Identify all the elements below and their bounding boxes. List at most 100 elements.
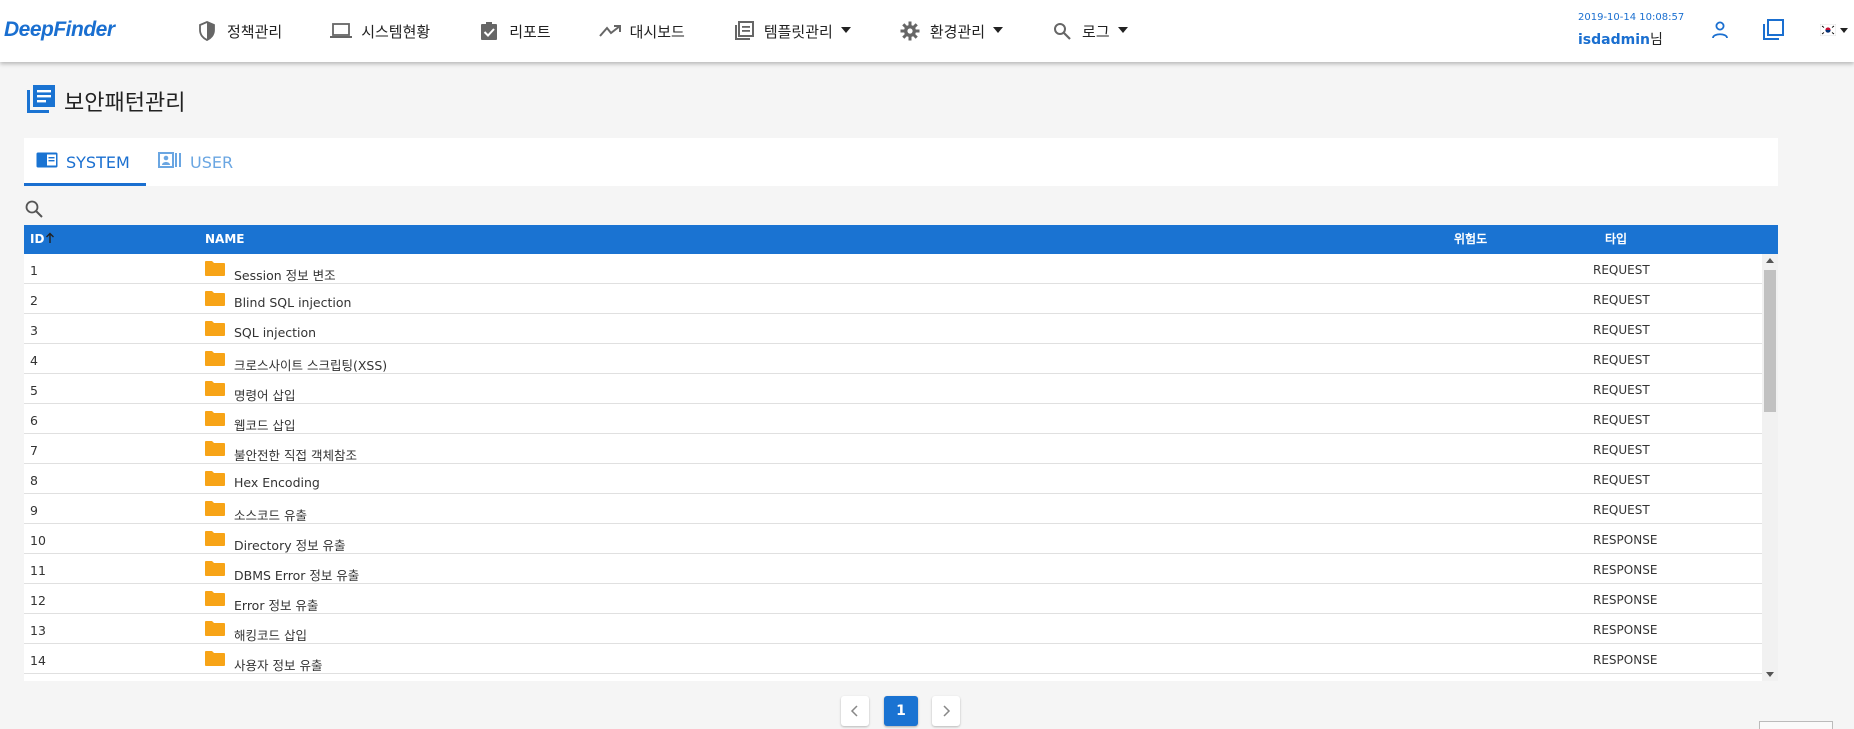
column-header-name[interactable]: NAME xyxy=(205,225,244,254)
row-type: REQUEST xyxy=(1593,503,1650,517)
table-row[interactable]: 13 해킹코드 삽입 RESPONSE xyxy=(24,614,1762,644)
menu-item-report[interactable]: 리포트 xyxy=(478,0,551,62)
page-button-current[interactable]: 1 xyxy=(884,696,918,726)
row-type: RESPONSE xyxy=(1593,563,1658,577)
row-type: REQUEST xyxy=(1593,383,1650,397)
row-name: 웹코드 삽입 xyxy=(234,418,296,433)
table-row[interactable]: 2 Blind SQL injection REQUEST xyxy=(24,284,1762,314)
menu-label: 정책관리 xyxy=(227,22,283,41)
row-name: Error 정보 유출 xyxy=(234,598,319,613)
language-flag-icon[interactable] xyxy=(1816,18,1852,42)
row-name: 불안전한 직접 객체참조 xyxy=(234,448,357,463)
menu-item-log[interactable]: 로그 xyxy=(1051,0,1128,62)
folder-icon xyxy=(204,350,226,367)
row-type: RESPONSE xyxy=(1593,653,1658,667)
table-row[interactable]: 3 SQL injection REQUEST xyxy=(24,314,1762,344)
chevron-down-icon xyxy=(1117,27,1128,33)
row-type: REQUEST xyxy=(1593,473,1650,487)
row-name: 해킹코드 삽입 xyxy=(234,628,307,643)
row-type: REQUEST xyxy=(1593,443,1650,457)
window-copy-icon[interactable] xyxy=(1760,18,1786,42)
table-row[interactable]: 8 Hex Encoding REQUEST xyxy=(24,464,1762,494)
username-suffix: 님 xyxy=(1649,32,1663,48)
folder-icon xyxy=(204,380,226,397)
pattern-tabs: SYSTEM USER xyxy=(24,138,1778,186)
folder-icon xyxy=(204,680,226,681)
shield-icon xyxy=(196,20,218,42)
row-name: 사용자 정보 유출 xyxy=(234,658,323,673)
search-icon xyxy=(25,200,43,218)
table-row[interactable]: 12 Error 정보 유출 RESPONSE xyxy=(24,584,1762,614)
menu-item-system-status[interactable]: 시스템현황 xyxy=(330,0,430,62)
next-page-button[interactable] xyxy=(932,696,960,726)
trend-icon xyxy=(598,20,621,42)
tab-user[interactable]: USER xyxy=(158,138,233,186)
row-id: 6 xyxy=(30,413,38,428)
table-row[interactable]: 5 명령어 삽입 REQUEST xyxy=(24,374,1762,404)
scroll-up-arrow-icon[interactable] xyxy=(1766,258,1774,263)
folder-icon xyxy=(204,530,226,547)
table-row[interactable]: 11 DBMS Error 정보 유출 RESPONSE xyxy=(24,554,1762,584)
menu-item-environment[interactable]: 환경관리 xyxy=(899,0,1004,62)
table-row-partial[interactable] xyxy=(24,674,1762,681)
username[interactable]: isdadmin님 xyxy=(1578,29,1684,49)
laptop-icon xyxy=(330,20,353,42)
folder-icon xyxy=(204,620,226,637)
sort-ascending-icon xyxy=(44,225,55,255)
row-id: 7 xyxy=(30,443,38,458)
tab-system[interactable]: SYSTEM xyxy=(36,138,130,186)
folder-icon xyxy=(204,560,226,577)
gear-icon xyxy=(899,20,921,42)
table-row[interactable]: 9 소스코드 유출 REQUEST xyxy=(24,494,1762,524)
row-type: REQUEST xyxy=(1593,263,1650,277)
menu-label: 로그 xyxy=(1082,22,1110,41)
folder-icon xyxy=(204,650,226,667)
table-row[interactable]: 6 웹코드 삽입 REQUEST xyxy=(24,404,1762,434)
top-navbar: DeepFinder 정책관리 시스템현황 리포트 대시보드 템플릿관리 환경관… xyxy=(0,0,1854,62)
row-type: RESPONSE xyxy=(1593,623,1658,637)
scroll-down-arrow-icon[interactable] xyxy=(1766,672,1774,677)
row-type: REQUEST xyxy=(1593,323,1650,337)
column-header-risk[interactable]: 위험도 xyxy=(1454,225,1487,254)
row-type: REQUEST xyxy=(1593,293,1650,307)
menu-label: 대시보드 xyxy=(629,22,685,41)
row-name: 크로스사이트 스크립팅(XSS) xyxy=(234,358,388,373)
username-text: isdadmin xyxy=(1578,32,1650,48)
folder-icon xyxy=(204,260,226,277)
row-type: RESPONSE xyxy=(1593,533,1658,547)
table-header: ID NAME 위험도 타입 xyxy=(24,225,1778,254)
tab-label: SYSTEM xyxy=(66,152,130,172)
row-id: 14 xyxy=(30,653,46,668)
table-row[interactable]: 7 불안전한 직접 객체참조 REQUEST xyxy=(24,434,1762,464)
row-id: 10 xyxy=(30,533,46,548)
table-search-button[interactable] xyxy=(24,196,54,222)
column-header-type[interactable]: 타입 xyxy=(1605,225,1627,254)
app-logo[interactable]: DeepFinder xyxy=(4,18,115,42)
menu-item-policy[interactable]: 정책관리 xyxy=(196,0,282,62)
column-header-id[interactable]: ID xyxy=(30,225,55,254)
menu-item-template[interactable]: 템플릿관리 xyxy=(733,0,851,62)
table-row[interactable]: 10 Directory 정보 유출 RESPONSE xyxy=(24,524,1762,554)
table-row[interactable]: 14 사용자 정보 유출 RESPONSE xyxy=(24,644,1762,674)
row-id: 9 xyxy=(30,503,38,518)
prev-page-button[interactable] xyxy=(841,696,869,726)
menu-label: 템플릿관리 xyxy=(763,22,833,41)
folder-icon xyxy=(204,500,226,517)
folder-icon xyxy=(204,410,226,427)
table-row[interactable]: 1 Session 정보 변조 REQUEST xyxy=(24,254,1762,284)
folder-icon xyxy=(204,320,226,337)
row-name: SQL injection xyxy=(234,325,317,340)
library-books-icon xyxy=(26,84,56,118)
user-profile-icon[interactable] xyxy=(1707,18,1733,42)
table-scrollbar[interactable] xyxy=(1762,254,1778,681)
tab-label: USER xyxy=(190,152,234,172)
pattern-table: ID NAME 위험도 타입 1 Session 정보 변조 REQUEST 2… xyxy=(24,225,1778,681)
main-menu: 정책관리 시스템현황 리포트 대시보드 템플릿관리 환경관리 로그 xyxy=(196,0,1176,62)
scrollbar-thumb[interactable] xyxy=(1764,270,1776,412)
page-title: 보안패턴관리 xyxy=(64,91,186,116)
search-icon xyxy=(1051,20,1073,42)
menu-item-dashboard[interactable]: 대시보드 xyxy=(598,0,685,62)
folder-icon xyxy=(204,290,226,307)
table-row[interactable]: 4 크로스사이트 스크립팅(XSS) REQUEST xyxy=(24,344,1762,374)
current-datetime: 2019-10-14 10:08:57 xyxy=(1578,12,1685,23)
